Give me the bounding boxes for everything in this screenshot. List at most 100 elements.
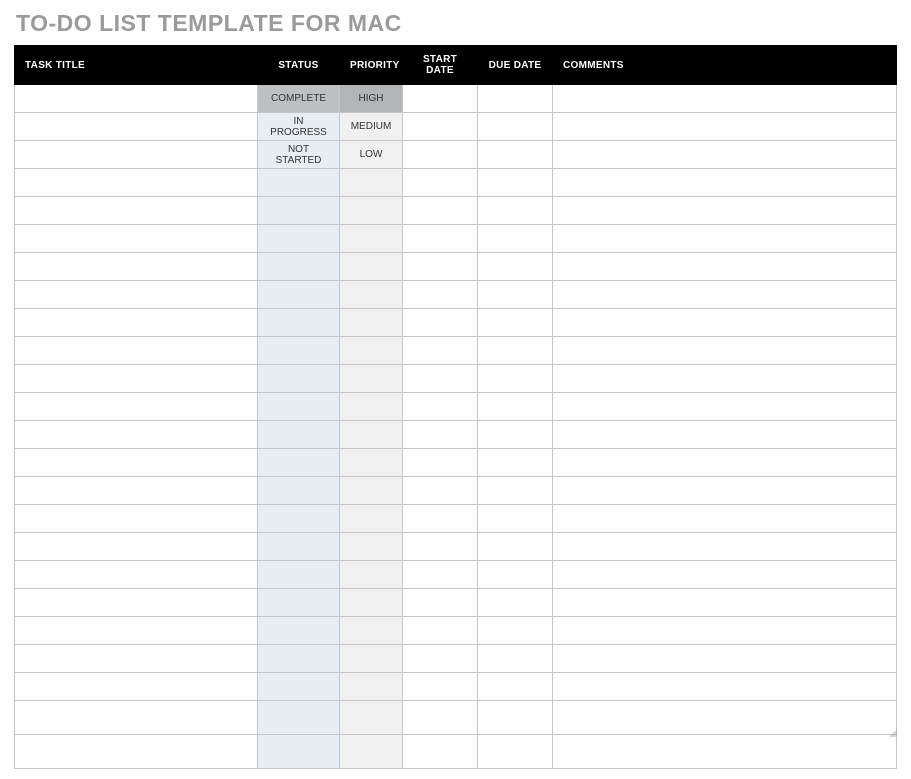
status-cell[interactable]: [258, 253, 340, 281]
status-cell[interactable]: [258, 197, 340, 225]
status-cell[interactable]: NOT STARTED: [258, 141, 340, 169]
task-title-cell[interactable]: [15, 281, 258, 309]
due-date-cell[interactable]: [478, 281, 553, 309]
status-cell[interactable]: [258, 309, 340, 337]
task-title-cell[interactable]: [15, 589, 258, 617]
status-cell[interactable]: [258, 589, 340, 617]
task-title-cell[interactable]: [15, 449, 258, 477]
due-date-cell[interactable]: [478, 197, 553, 225]
status-cell[interactable]: [258, 337, 340, 365]
task-title-cell[interactable]: [15, 673, 258, 701]
comments-cell[interactable]: [553, 309, 897, 337]
status-cell[interactable]: [258, 617, 340, 645]
comments-cell[interactable]: [553, 253, 897, 281]
comments-cell[interactable]: [553, 393, 897, 421]
task-title-cell[interactable]: [15, 645, 258, 673]
priority-cell[interactable]: MEDIUM: [340, 113, 403, 141]
start-date-cell[interactable]: [403, 113, 478, 141]
start-date-cell[interactable]: [403, 505, 478, 533]
task-title-cell[interactable]: [15, 309, 258, 337]
comments-cell[interactable]: [553, 645, 897, 673]
status-cell[interactable]: [258, 673, 340, 701]
comments-cell[interactable]: [553, 673, 897, 701]
priority-cell[interactable]: [340, 449, 403, 477]
start-date-cell[interactable]: [403, 589, 478, 617]
start-date-cell[interactable]: [403, 533, 478, 561]
comments-cell[interactable]: [553, 281, 897, 309]
task-title-cell[interactable]: [15, 169, 258, 197]
priority-cell[interactable]: [340, 561, 403, 589]
due-date-cell[interactable]: [478, 421, 553, 449]
due-date-cell[interactable]: [478, 449, 553, 477]
comments-cell[interactable]: [553, 113, 897, 141]
comments-cell[interactable]: [553, 337, 897, 365]
task-title-cell[interactable]: [15, 477, 258, 505]
task-title-cell[interactable]: [15, 113, 258, 141]
due-date-cell[interactable]: [478, 673, 553, 701]
status-cell[interactable]: [258, 701, 340, 735]
task-title-cell[interactable]: [15, 337, 258, 365]
status-cell[interactable]: IN PROGRESS: [258, 113, 340, 141]
start-date-cell[interactable]: [403, 735, 478, 769]
due-date-cell[interactable]: [478, 589, 553, 617]
task-title-cell[interactable]: [15, 197, 258, 225]
priority-cell[interactable]: [340, 701, 403, 735]
priority-cell[interactable]: [340, 393, 403, 421]
due-date-cell[interactable]: [478, 113, 553, 141]
due-date-cell[interactable]: [478, 617, 553, 645]
priority-cell[interactable]: [340, 309, 403, 337]
status-cell[interactable]: [258, 281, 340, 309]
priority-cell[interactable]: [340, 477, 403, 505]
start-date-cell[interactable]: [403, 617, 478, 645]
comments-cell[interactable]: [553, 421, 897, 449]
start-date-cell[interactable]: [403, 85, 478, 113]
priority-cell[interactable]: LOW: [340, 141, 403, 169]
due-date-cell[interactable]: [478, 393, 553, 421]
start-date-cell[interactable]: [403, 197, 478, 225]
task-title-cell[interactable]: [15, 533, 258, 561]
due-date-cell[interactable]: [478, 365, 553, 393]
status-cell[interactable]: [258, 645, 340, 673]
due-date-cell[interactable]: [478, 561, 553, 589]
priority-cell[interactable]: [340, 169, 403, 197]
resize-handle-icon[interactable]: [889, 729, 897, 737]
comments-cell[interactable]: [553, 365, 897, 393]
start-date-cell[interactable]: [403, 477, 478, 505]
task-title-cell[interactable]: [15, 365, 258, 393]
start-date-cell[interactable]: [403, 561, 478, 589]
comments-cell[interactable]: [553, 701, 897, 735]
status-cell[interactable]: [258, 393, 340, 421]
priority-cell[interactable]: [340, 253, 403, 281]
due-date-cell[interactable]: [478, 337, 553, 365]
priority-cell[interactable]: [340, 673, 403, 701]
start-date-cell[interactable]: [403, 701, 478, 735]
status-cell[interactable]: [258, 365, 340, 393]
start-date-cell[interactable]: [403, 421, 478, 449]
due-date-cell[interactable]: [478, 141, 553, 169]
start-date-cell[interactable]: [403, 449, 478, 477]
status-cell[interactable]: [258, 225, 340, 253]
comments-cell[interactable]: [553, 225, 897, 253]
task-title-cell[interactable]: [15, 735, 258, 769]
comments-cell[interactable]: [553, 477, 897, 505]
start-date-cell[interactable]: [403, 645, 478, 673]
due-date-cell[interactable]: [478, 735, 553, 769]
comments-cell[interactable]: [553, 449, 897, 477]
task-title-cell[interactable]: [15, 701, 258, 735]
due-date-cell[interactable]: [478, 477, 553, 505]
start-date-cell[interactable]: [403, 141, 478, 169]
start-date-cell[interactable]: [403, 281, 478, 309]
task-title-cell[interactable]: [15, 393, 258, 421]
priority-cell[interactable]: [340, 225, 403, 253]
due-date-cell[interactable]: [478, 85, 553, 113]
comments-cell[interactable]: [553, 533, 897, 561]
task-title-cell[interactable]: [15, 85, 258, 113]
priority-cell[interactable]: [340, 645, 403, 673]
status-cell[interactable]: [258, 477, 340, 505]
priority-cell[interactable]: [340, 281, 403, 309]
start-date-cell[interactable]: [403, 253, 478, 281]
task-title-cell[interactable]: [15, 617, 258, 645]
comments-cell[interactable]: [553, 85, 897, 113]
task-title-cell[interactable]: [15, 225, 258, 253]
comments-cell[interactable]: [553, 197, 897, 225]
